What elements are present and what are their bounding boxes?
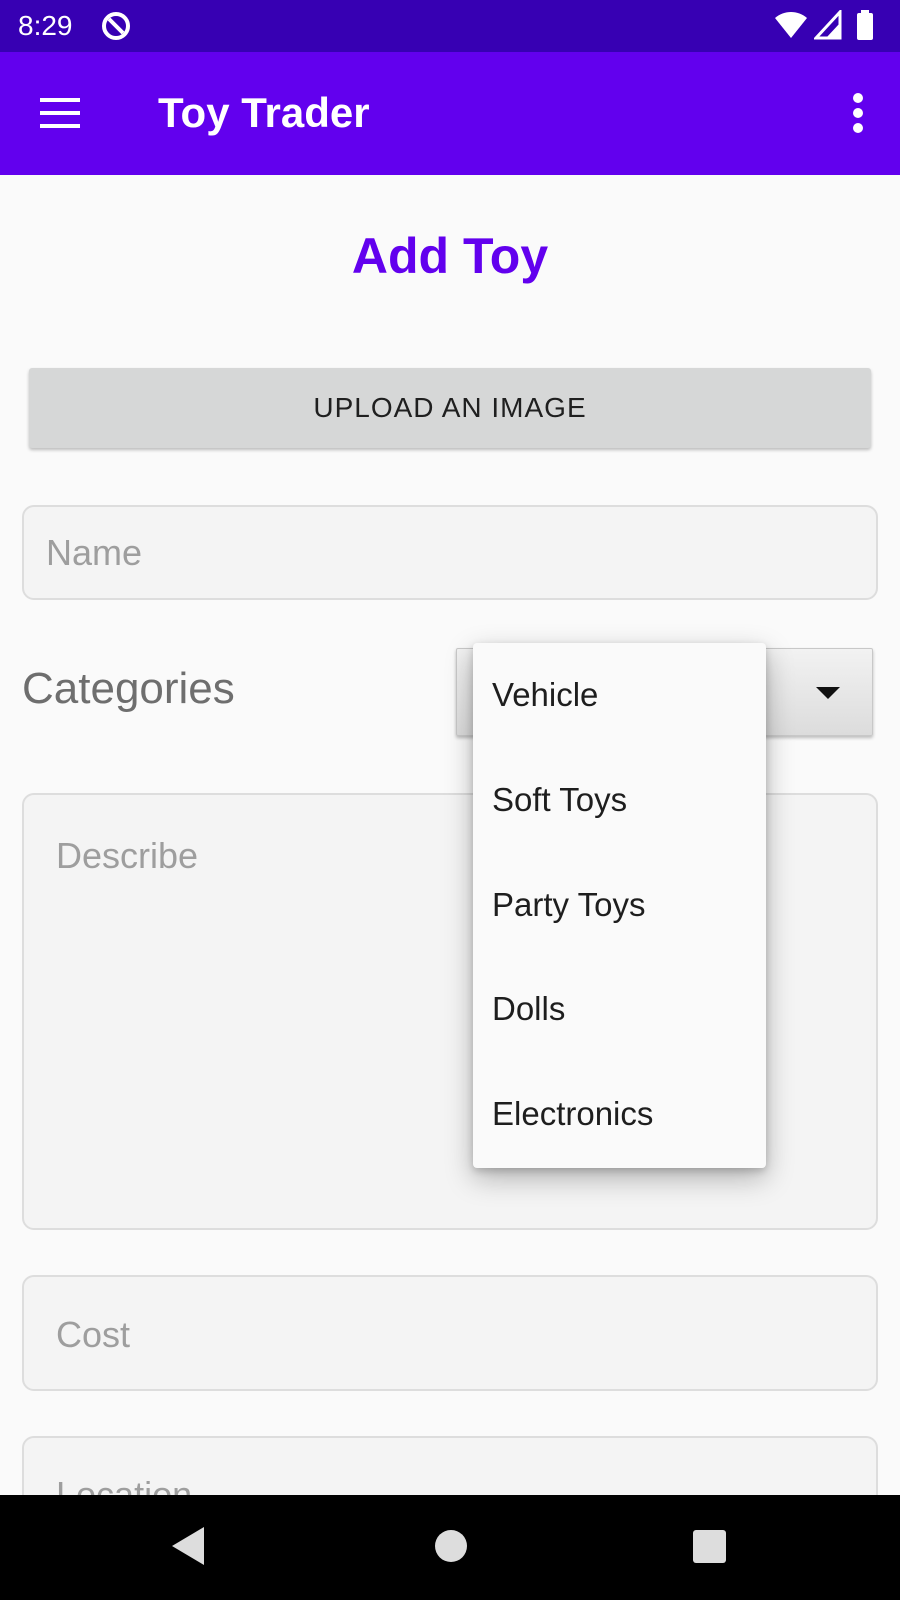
dropdown-item-vehicle[interactable]: Vehicle xyxy=(473,643,766,747)
status-icons xyxy=(774,10,884,42)
hamburger-menu-icon[interactable] xyxy=(38,95,82,131)
status-bar: 8:29 xyxy=(0,0,900,52)
status-time: 8:29 xyxy=(18,10,73,41)
wifi-icon xyxy=(775,12,807,38)
dropdown-item-electronics[interactable]: Electronics xyxy=(473,1062,766,1166)
app-title: Toy Trader xyxy=(158,89,370,136)
home-icon[interactable] xyxy=(434,1529,468,1563)
add-toy-screen: 8:29 Toy Trader Add Toy UPLOAD AN IMAGE … xyxy=(0,0,900,1600)
upload-image-button[interactable]: UPLOAD AN IMAGE xyxy=(29,368,871,448)
cost-input[interactable]: Cost xyxy=(22,1275,878,1391)
describe-placeholder: Describe xyxy=(56,835,199,876)
app-bar: Toy Trader xyxy=(0,52,900,175)
app-notification-icon xyxy=(102,12,130,40)
name-placeholder: Name xyxy=(46,532,143,573)
dropdown-item-party-toys[interactable]: Party Toys xyxy=(473,853,766,957)
back-icon[interactable] xyxy=(170,1525,206,1567)
categories-label: Categories xyxy=(22,664,235,713)
cell-signal-icon xyxy=(814,10,842,40)
more-vert-icon[interactable] xyxy=(852,92,864,134)
category-dropdown-menu: Vehicle Soft Toys Party Toys Dolls Elect… xyxy=(473,643,766,1168)
dropdown-item-dolls[interactable]: Dolls xyxy=(473,957,766,1061)
navigation-bar xyxy=(0,1495,900,1600)
recents-icon[interactable] xyxy=(693,1530,726,1563)
cost-placeholder: Cost xyxy=(56,1314,131,1355)
battery-icon xyxy=(857,10,873,40)
page-title: Add Toy xyxy=(351,228,549,284)
dropdown-arrow-icon xyxy=(816,687,840,699)
name-input[interactable]: Name xyxy=(22,505,878,600)
dropdown-item-soft-toys[interactable]: Soft Toys xyxy=(473,748,766,852)
